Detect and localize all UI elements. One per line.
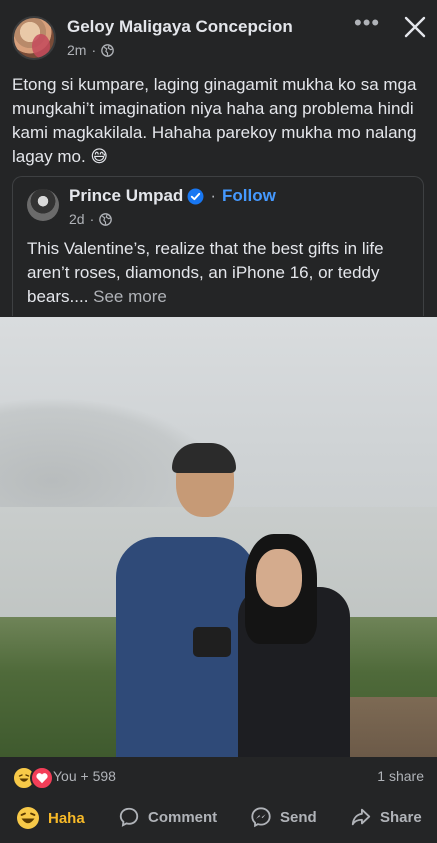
- haha-label: Haha: [48, 809, 85, 827]
- share-arrow-icon: [351, 808, 371, 826]
- man-beanie: [172, 443, 236, 473]
- author-avatar[interactable]: [12, 16, 56, 60]
- shared-post-time[interactable]: 2d: [69, 211, 85, 227]
- comment-label: Comment: [148, 808, 218, 826]
- share-count[interactable]: 1 share: [377, 768, 424, 784]
- shared-post-photo[interactable]: [0, 317, 437, 757]
- post-header: Geloy Maligaya Concepcion 2m · •••: [0, 0, 437, 70]
- post-time[interactable]: 2m: [67, 42, 86, 58]
- send-label: Send: [280, 808, 317, 826]
- shared-post-body: This Valentine’s, realize that the best …: [27, 239, 384, 306]
- see-more-link[interactable]: See more: [93, 287, 167, 306]
- camera-icon: [193, 627, 231, 657]
- love-reaction-icon: [30, 766, 54, 790]
- verified-badge-icon: [187, 188, 204, 204]
- reaction-icons: [12, 766, 54, 790]
- post-meta: 2m ·: [67, 42, 114, 58]
- shared-author-avatar[interactable]: [27, 189, 59, 221]
- reactions-summary[interactable]: You + 598 1 share: [0, 760, 437, 790]
- shared-post-meta: 2d ·: [69, 211, 113, 227]
- share-button[interactable]: Share: [350, 806, 422, 828]
- more-options-icon[interactable]: •••: [354, 12, 380, 36]
- man-figure: [116, 537, 256, 757]
- action-bar: Haha Comment Send Share: [0, 798, 437, 840]
- follow-separator: ·: [210, 186, 216, 205]
- shared-author-row: Prince Umpad · Follow: [69, 186, 276, 206]
- close-icon[interactable]: [400, 12, 430, 42]
- shared-post-card[interactable]: Prince Umpad · Follow 2d · This Valentin…: [12, 176, 424, 316]
- public-globe-icon: [101, 43, 114, 57]
- send-button[interactable]: Send: [250, 806, 317, 828]
- meta-dot: ·: [91, 42, 97, 58]
- post-caption: Etong si kumpare, laging ginagamit mukha…: [12, 75, 417, 166]
- woman-face: [256, 549, 302, 607]
- messenger-icon: [251, 807, 271, 828]
- shared-post-text: This Valentine’s, realize that the best …: [27, 237, 412, 309]
- comment-button[interactable]: Comment: [118, 806, 217, 828]
- share-label: Share: [380, 808, 422, 826]
- public-globe-icon: [99, 212, 113, 226]
- reaction-count[interactable]: You + 598: [53, 768, 116, 784]
- author-name[interactable]: Geloy Maligaya Concepcion: [67, 17, 293, 37]
- follow-button[interactable]: Follow: [222, 186, 276, 206]
- shared-author-name[interactable]: Prince Umpad: [69, 186, 183, 206]
- haha-button[interactable]: Haha: [16, 806, 85, 830]
- haha-icon: [17, 807, 39, 829]
- meta-dot: ·: [89, 211, 95, 227]
- comment-icon: [119, 807, 139, 827]
